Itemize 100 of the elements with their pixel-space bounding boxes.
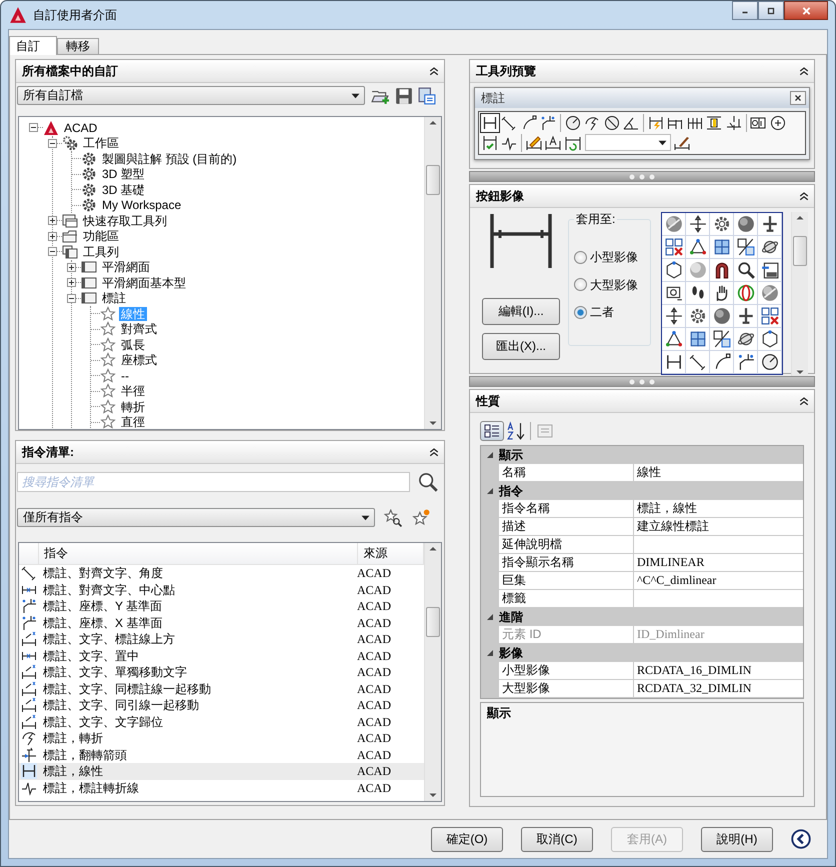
command-filter-dropdown[interactable]: 僅所有指令 bbox=[17, 508, 375, 527]
tree-toggle[interactable] bbox=[48, 216, 57, 226]
scroll-thumb[interactable] bbox=[426, 607, 440, 637]
radio-button[interactable] bbox=[574, 251, 587, 264]
cubes-icon[interactable] bbox=[712, 238, 730, 256]
close-button[interactable] bbox=[790, 91, 806, 105]
list-row[interactable]: 標註、文字、標註線上方 ACAD bbox=[19, 631, 424, 648]
search-field[interactable]: 搜尋指令清單 bbox=[17, 472, 410, 492]
collapse-chevron-icon[interactable] bbox=[428, 446, 440, 458]
maximize-button[interactable] bbox=[758, 1, 784, 20]
property-value[interactable]: 線性 bbox=[634, 464, 803, 482]
button[interactable]: 說明(H) bbox=[701, 826, 773, 852]
aligned-dimension-icon[interactable] bbox=[688, 353, 706, 371]
gear-icon[interactable] bbox=[688, 307, 706, 325]
scroll-up-icon[interactable] bbox=[429, 120, 437, 125]
tree-item[interactable]: 標註 bbox=[100, 291, 128, 306]
property-value[interactable]: DIMLINEAR bbox=[634, 554, 803, 572]
list-row[interactable]: 標註，標註轉折線 ACAD bbox=[19, 780, 424, 796]
list-row[interactable]: 標註、文字、同標註線一起移動 ACAD bbox=[19, 680, 424, 697]
tree-item[interactable]: -- bbox=[119, 368, 131, 383]
vertical-scrollbar[interactable] bbox=[424, 117, 441, 429]
scale-icon[interactable] bbox=[736, 238, 754, 256]
categorized-view-button[interactable] bbox=[480, 421, 504, 441]
tree-item[interactable]: 轉折 bbox=[119, 400, 147, 414]
list-row[interactable]: 標註，線性 ACAD bbox=[19, 763, 424, 780]
linear-dimension-icon[interactable] bbox=[664, 353, 682, 371]
close-button[interactable] bbox=[784, 1, 828, 20]
new-star-button[interactable] bbox=[411, 508, 431, 526]
center-mark-button[interactable] bbox=[768, 113, 788, 133]
list-row[interactable]: 標註、對齊文字、角度 ACAD bbox=[19, 565, 424, 582]
dimension-break-button[interactable] bbox=[724, 113, 744, 133]
sphere-icon[interactable] bbox=[664, 215, 682, 233]
file-filter-dropdown[interactable]: 所有自訂檔 bbox=[17, 86, 365, 105]
scroll-thumb[interactable] bbox=[426, 165, 440, 195]
gear-icon[interactable] bbox=[712, 215, 730, 233]
collapse-chevron-icon[interactable] bbox=[798, 190, 810, 202]
sort-az-button[interactable] bbox=[507, 421, 525, 441]
search-icon[interactable] bbox=[736, 261, 754, 279]
radio-button[interactable] bbox=[574, 278, 587, 292]
tree-item[interactable]: 功能區 bbox=[81, 229, 121, 244]
radius-dimension-button[interactable] bbox=[563, 113, 582, 133]
expander-icon[interactable] bbox=[486, 613, 494, 621]
radio-button[interactable] bbox=[574, 306, 587, 319]
tree-item[interactable]: 平滑網面基本型 bbox=[100, 276, 188, 290]
search-icon[interactable] bbox=[418, 472, 438, 492]
move-icon[interactable] bbox=[664, 307, 682, 325]
property-value[interactable]: RCDATA_32_DIMLIN bbox=[634, 680, 803, 698]
tree-item[interactable]: 工作區 bbox=[81, 136, 121, 150]
tree-item[interactable]: 對齊式 bbox=[119, 322, 159, 336]
save-button[interactable] bbox=[395, 86, 413, 104]
linear-dimension-button[interactable] bbox=[480, 113, 500, 133]
tab[interactable]: 轉移 bbox=[57, 38, 99, 54]
cubes-icon[interactable] bbox=[688, 330, 706, 348]
star-search-button[interactable] bbox=[383, 508, 403, 526]
tree-item[interactable]: My Workspace bbox=[100, 198, 184, 212]
tree-item[interactable]: 座標式 bbox=[119, 353, 159, 368]
save-as-button[interactable] bbox=[418, 86, 436, 104]
property-value[interactable]: 標註，線性 bbox=[634, 500, 803, 518]
tree-toggle[interactable] bbox=[29, 123, 38, 132]
tree-toggle[interactable] bbox=[67, 294, 76, 303]
list-row[interactable]: 標註、文字、文字歸位 ACAD bbox=[19, 714, 424, 730]
vertical-scrollbar[interactable] bbox=[791, 212, 808, 378]
collapse-chevron-icon[interactable] bbox=[798, 65, 810, 77]
tree-item[interactable]: 快速存取工具列 bbox=[81, 214, 169, 228]
tree-item[interactable]: 半徑 bbox=[119, 384, 147, 398]
column-header[interactable]: 指令 bbox=[38, 543, 358, 564]
scroll-up-icon[interactable] bbox=[796, 215, 804, 220]
sphere-icon[interactable] bbox=[736, 215, 754, 233]
airplane-icon[interactable] bbox=[736, 307, 754, 325]
import-icon[interactable] bbox=[760, 261, 778, 279]
orbit-icon[interactable] bbox=[760, 238, 778, 256]
collapse-chevron-icon[interactable] bbox=[798, 395, 810, 407]
dimension-text-edit-button[interactable] bbox=[544, 133, 563, 153]
property-value[interactable]: 建立線性標註 bbox=[634, 518, 803, 536]
ordinate-dimension-icon[interactable] bbox=[736, 353, 754, 371]
button[interactable]: 編輯(I)... bbox=[482, 298, 560, 325]
cube-icon[interactable] bbox=[664, 261, 682, 279]
list-row[interactable]: 標註、座標、Y 基準面 ACAD bbox=[19, 598, 424, 614]
tree-toggle[interactable] bbox=[48, 138, 57, 148]
collapse-chevron-icon[interactable] bbox=[428, 65, 440, 77]
squares-icon[interactable] bbox=[664, 238, 682, 256]
list-row[interactable]: 標註、文字、單獨移動文字 ACAD bbox=[19, 664, 424, 680]
list-row[interactable]: 標註、對齊文字、中心點 ACAD bbox=[19, 582, 424, 598]
scale-icon[interactable] bbox=[712, 330, 730, 348]
tree-item[interactable]: 3D 塑型 bbox=[100, 167, 147, 182]
scroll-up-icon[interactable] bbox=[429, 546, 437, 551]
expander-icon[interactable] bbox=[486, 451, 494, 459]
tree-item[interactable]: ACAD bbox=[62, 120, 100, 135]
vertical-scrollbar[interactable] bbox=[424, 543, 441, 801]
expander-icon[interactable] bbox=[486, 487, 494, 495]
splitter-handle[interactable] bbox=[469, 171, 815, 182]
triangle-icon[interactable] bbox=[664, 330, 682, 348]
orbit-icon[interactable] bbox=[736, 330, 754, 348]
tree-toggle[interactable] bbox=[48, 232, 57, 241]
cube-icon[interactable] bbox=[760, 330, 778, 348]
button[interactable]: 取消(C) bbox=[521, 826, 593, 852]
list-row[interactable]: 標註、文字、置中 ACAD bbox=[19, 648, 424, 664]
scroll-thumb[interactable] bbox=[793, 236, 807, 266]
tree-item[interactable]: 製圖與註解 預設 (目前的) bbox=[100, 152, 239, 166]
tree-item[interactable]: 3D 基礎 bbox=[100, 182, 147, 197]
